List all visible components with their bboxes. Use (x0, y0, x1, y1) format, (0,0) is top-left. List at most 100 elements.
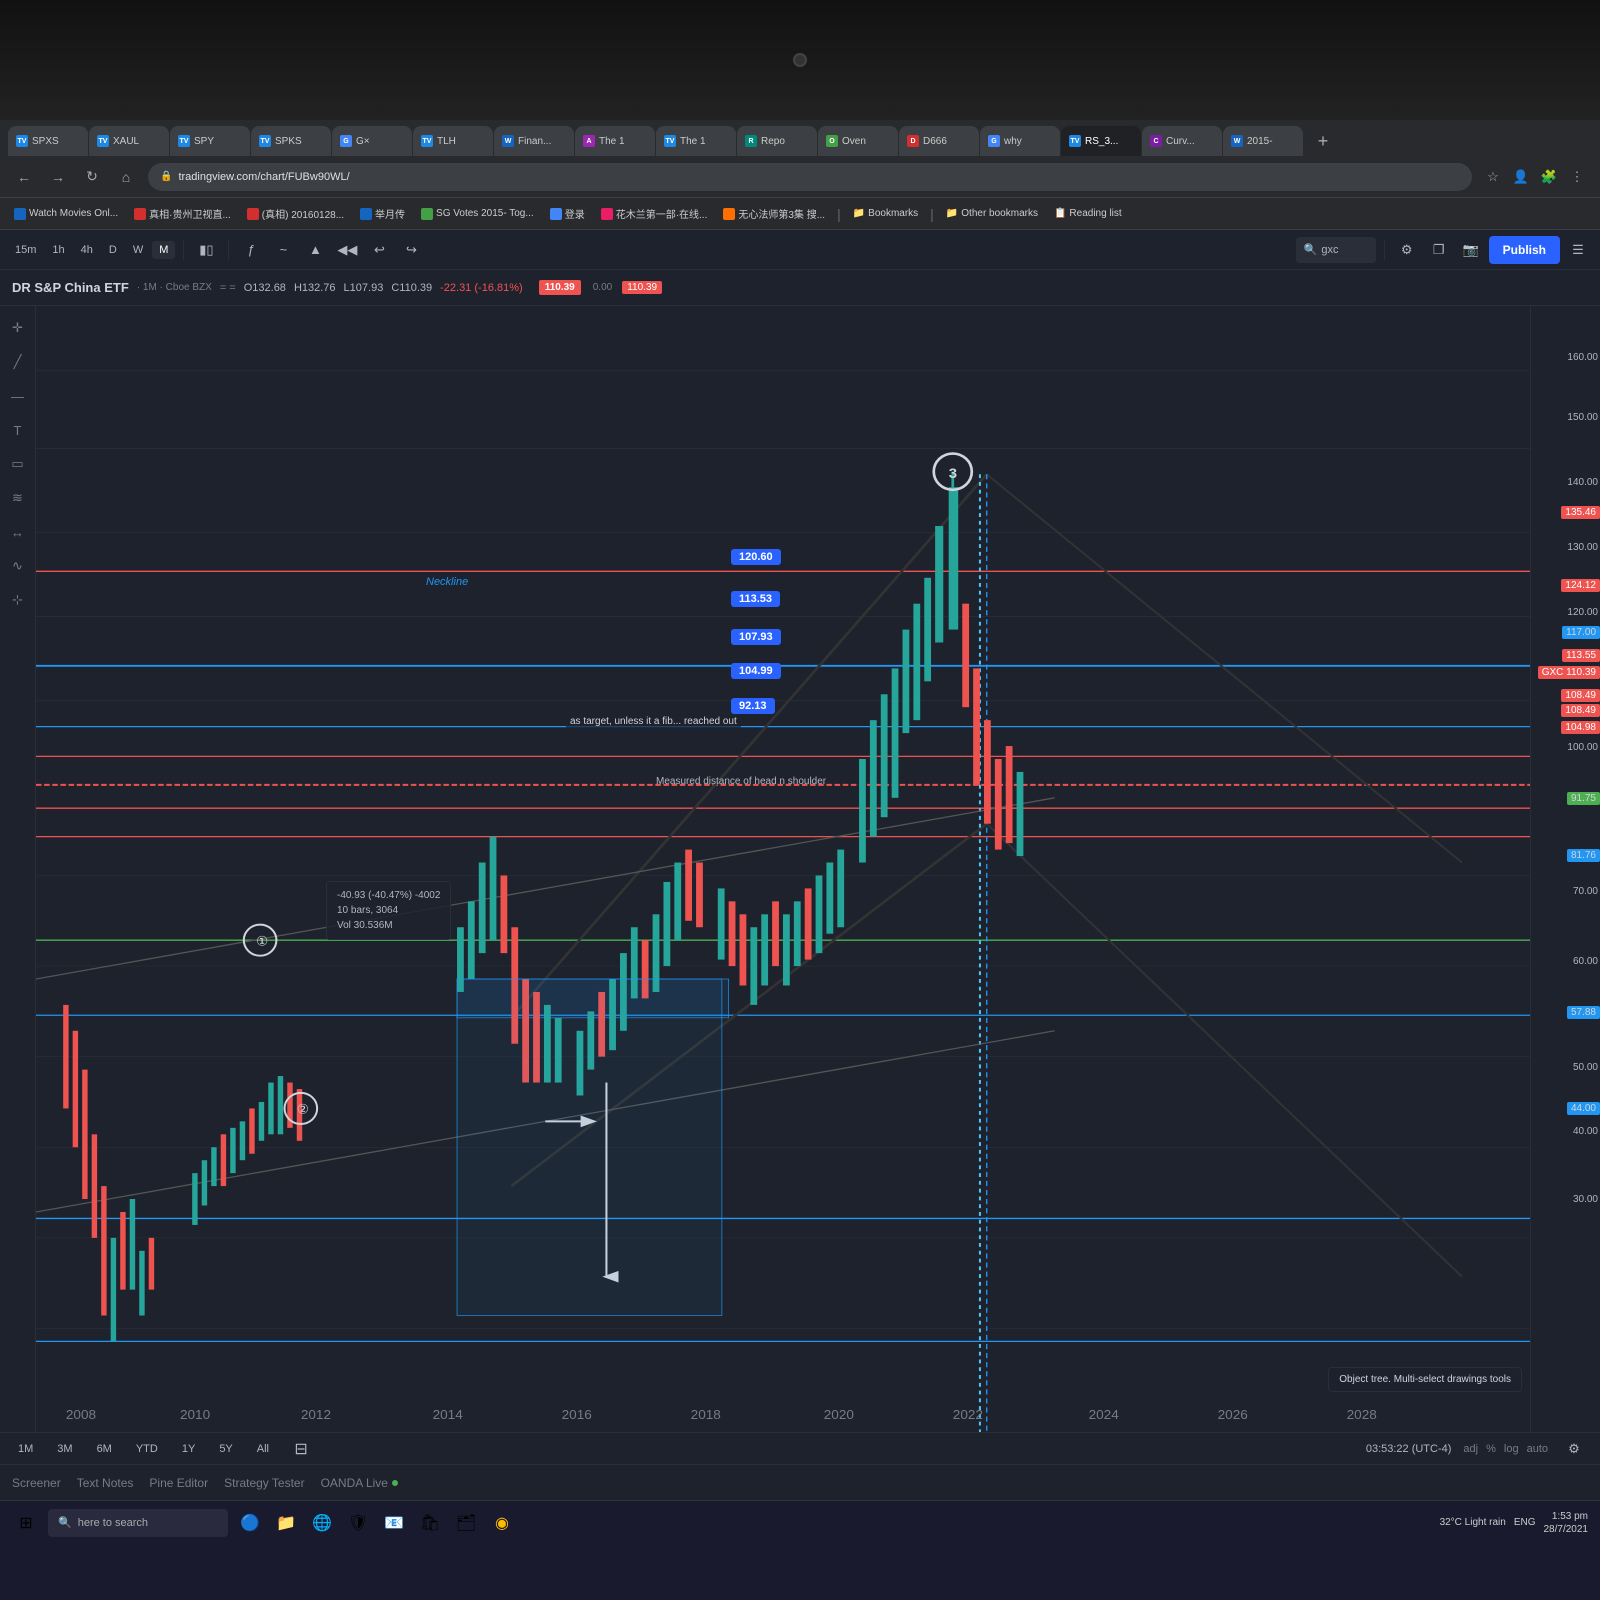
taskbar-outlook[interactable]: 📧 (380, 1509, 408, 1537)
crosshair-tool[interactable]: ✛ (4, 314, 32, 342)
tf-d[interactable]: D (102, 241, 124, 259)
bookmark-separator: | (837, 206, 841, 222)
tab-spy[interactable]: TV SPY (170, 126, 250, 156)
price-81: 81.76 (1567, 849, 1600, 862)
undo-button[interactable]: ↩ (365, 236, 393, 264)
bookmark-reading-list[interactable]: 📋 Reading list (1048, 206, 1128, 221)
refresh-button[interactable]: ↻ (80, 165, 104, 189)
taskbar-windows-security[interactable]: 🛡 (344, 1509, 372, 1537)
symbol-search[interactable]: 🔍 gxc (1296, 237, 1376, 263)
tf-ytd[interactable]: YTD (130, 1441, 164, 1457)
text-tool[interactable]: T (4, 416, 32, 444)
taskbar-edge[interactable]: 🌐 (308, 1509, 336, 1537)
tf-all[interactable]: All (251, 1441, 275, 1457)
chart-canvas[interactable]: 3 ① ② (36, 306, 1530, 1432)
pct-toggle[interactable]: % (1486, 1443, 1496, 1455)
back-button[interactable]: ← (12, 165, 36, 189)
screenshot-bottom-btn[interactable]: ⊟ (287, 1435, 315, 1463)
pattern-tool[interactable]: ⊹ (4, 586, 32, 614)
tab-oanda-live[interactable]: OANDA Live (321, 1472, 398, 1494)
tab-why[interactable]: G why (980, 126, 1060, 156)
taskbar-chrome[interactable]: ◉ (488, 1509, 516, 1537)
rect-tool[interactable]: ▭ (4, 450, 32, 478)
bookmark-mulan[interactable]: 花木兰第一部·在线... (595, 204, 714, 223)
tab-screener[interactable]: Screener (12, 1472, 61, 1494)
tf-m[interactable]: M (152, 241, 175, 259)
tab-repo[interactable]: R Repo (737, 126, 817, 156)
fib-tool[interactable]: ≋ (4, 484, 32, 512)
extensions-icon[interactable]: 🧩 (1538, 166, 1560, 188)
taskbar-files[interactable]: 📁 (272, 1509, 300, 1537)
tab-over[interactable]: O Oven (818, 126, 898, 156)
add-indicator-button[interactable]: ƒ (237, 236, 265, 264)
tab-spks[interactable]: TV SPKS (251, 126, 331, 156)
new-tab-button[interactable]: + (1308, 126, 1338, 156)
tf-5y[interactable]: 5Y (213, 1441, 238, 1457)
tf-1h[interactable]: 1h (45, 241, 71, 259)
tab-text-notes[interactable]: Text Notes (77, 1472, 134, 1494)
taskbar-store[interactable]: 🛍 (416, 1509, 444, 1537)
bookmark-folder[interactable]: 📁 Bookmarks (847, 206, 924, 221)
taskbar-cortana[interactable]: 🔵 (236, 1509, 264, 1537)
bookmark-star-icon[interactable]: ☆ (1482, 166, 1504, 188)
tf-15m[interactable]: 15m (8, 241, 43, 259)
tab-the1a[interactable]: A The 1 (575, 126, 655, 156)
tab-2015[interactable]: W 2015- (1223, 126, 1303, 156)
settings-gear-btn[interactable]: ⚙ (1560, 1435, 1588, 1463)
more-icon[interactable]: ⋮ (1566, 166, 1588, 188)
bookmark-sg-votes[interactable]: SG Votes 2015- Tog... (415, 206, 540, 222)
tab-rs3[interactable]: TV RS_3... (1061, 126, 1141, 156)
measure-tool[interactable]: ↔ (4, 518, 32, 546)
elliott-wave-tool[interactable]: ∿ (4, 552, 32, 580)
tab-the1b[interactable]: TV The 1 (656, 126, 736, 156)
tf-w[interactable]: W (126, 241, 150, 259)
tab-curv[interactable]: C Curv... (1142, 126, 1222, 156)
address-bar: ← → ↻ ⌂ 🔒 tradingview.com/chart/FUBw90WL… (0, 156, 1600, 198)
snapshot-button[interactable]: 📷 (1457, 236, 1485, 264)
toolbar-separator (183, 240, 184, 260)
bookmark-ep3[interactable]: 无心法师第3集 搜... (717, 204, 831, 223)
horizontal-line-tool[interactable]: — (4, 382, 32, 410)
url-input[interactable]: 🔒 tradingview.com/chart/FUBw90WL/ (148, 163, 1472, 191)
tab-spxs[interactable]: TV SPXS (8, 126, 88, 156)
bookmark-login[interactable]: 登录 (544, 204, 591, 223)
bookmark-juyue[interactable]: 举月传 (354, 204, 411, 223)
tab-d666[interactable]: D D666 (899, 126, 979, 156)
tf-3m[interactable]: 3M (51, 1441, 78, 1457)
tab-finan[interactable]: W Finan... (494, 126, 574, 156)
tf-4h[interactable]: 4h (74, 241, 100, 259)
tab-pine-editor[interactable]: Pine Editor (149, 1472, 208, 1494)
bookmark-movies[interactable]: Watch Movies Onl... (8, 206, 124, 222)
tab-favicon: TV (1069, 135, 1081, 147)
home-button[interactable]: ⌂ (114, 165, 138, 189)
tf-1m[interactable]: 1M (12, 1441, 39, 1457)
publish-button[interactable]: Publish (1489, 236, 1560, 264)
tab-strategy-tester[interactable]: Strategy Tester (224, 1472, 304, 1494)
profile-icon[interactable]: 👤 (1510, 166, 1532, 188)
more-options-button[interactable]: ☰ (1564, 236, 1592, 264)
chart-main-area: ✛ ╱ — T ▭ ≋ ↔ ∿ ⊹ (0, 306, 1600, 1432)
forward-button[interactable]: → (46, 165, 70, 189)
bookmark-zhenxiang[interactable]: (真相) 20160128... (241, 204, 350, 223)
fullscreen-button[interactable]: ❐ (1425, 236, 1453, 264)
start-button[interactable]: ⊞ (12, 1509, 40, 1537)
tf-6m[interactable]: 6M (91, 1441, 118, 1457)
alert-button[interactable]: ▲ (301, 236, 329, 264)
replay-button[interactable]: ◀◀ (333, 236, 361, 264)
trend-line-tool[interactable]: ╱ (4, 348, 32, 376)
tab-gx[interactable]: G G× (332, 126, 412, 156)
tf-1y[interactable]: 1Y (176, 1441, 201, 1457)
tab-tlh[interactable]: TV TLH (413, 126, 493, 156)
log-toggle[interactable]: log (1504, 1443, 1519, 1455)
indicators-button[interactable]: ~ (269, 236, 297, 264)
bookmark-guizhou[interactable]: 真相·贵州卫视直... (128, 204, 237, 223)
adj-toggle[interactable]: adj (1463, 1443, 1478, 1455)
taskbar-explorer[interactable]: 🗂 (452, 1509, 480, 1537)
settings-button[interactable]: ⚙ (1393, 236, 1421, 264)
tab-xaul[interactable]: TV XAUL (89, 126, 169, 156)
redo-button[interactable]: ↪ (397, 236, 425, 264)
taskbar-search[interactable]: 🔍 here to search (48, 1509, 228, 1537)
auto-toggle[interactable]: auto (1527, 1443, 1548, 1455)
bookmark-other[interactable]: 📁 Other bookmarks (940, 206, 1044, 221)
candle-type-button[interactable]: ▮▯ (192, 236, 220, 264)
